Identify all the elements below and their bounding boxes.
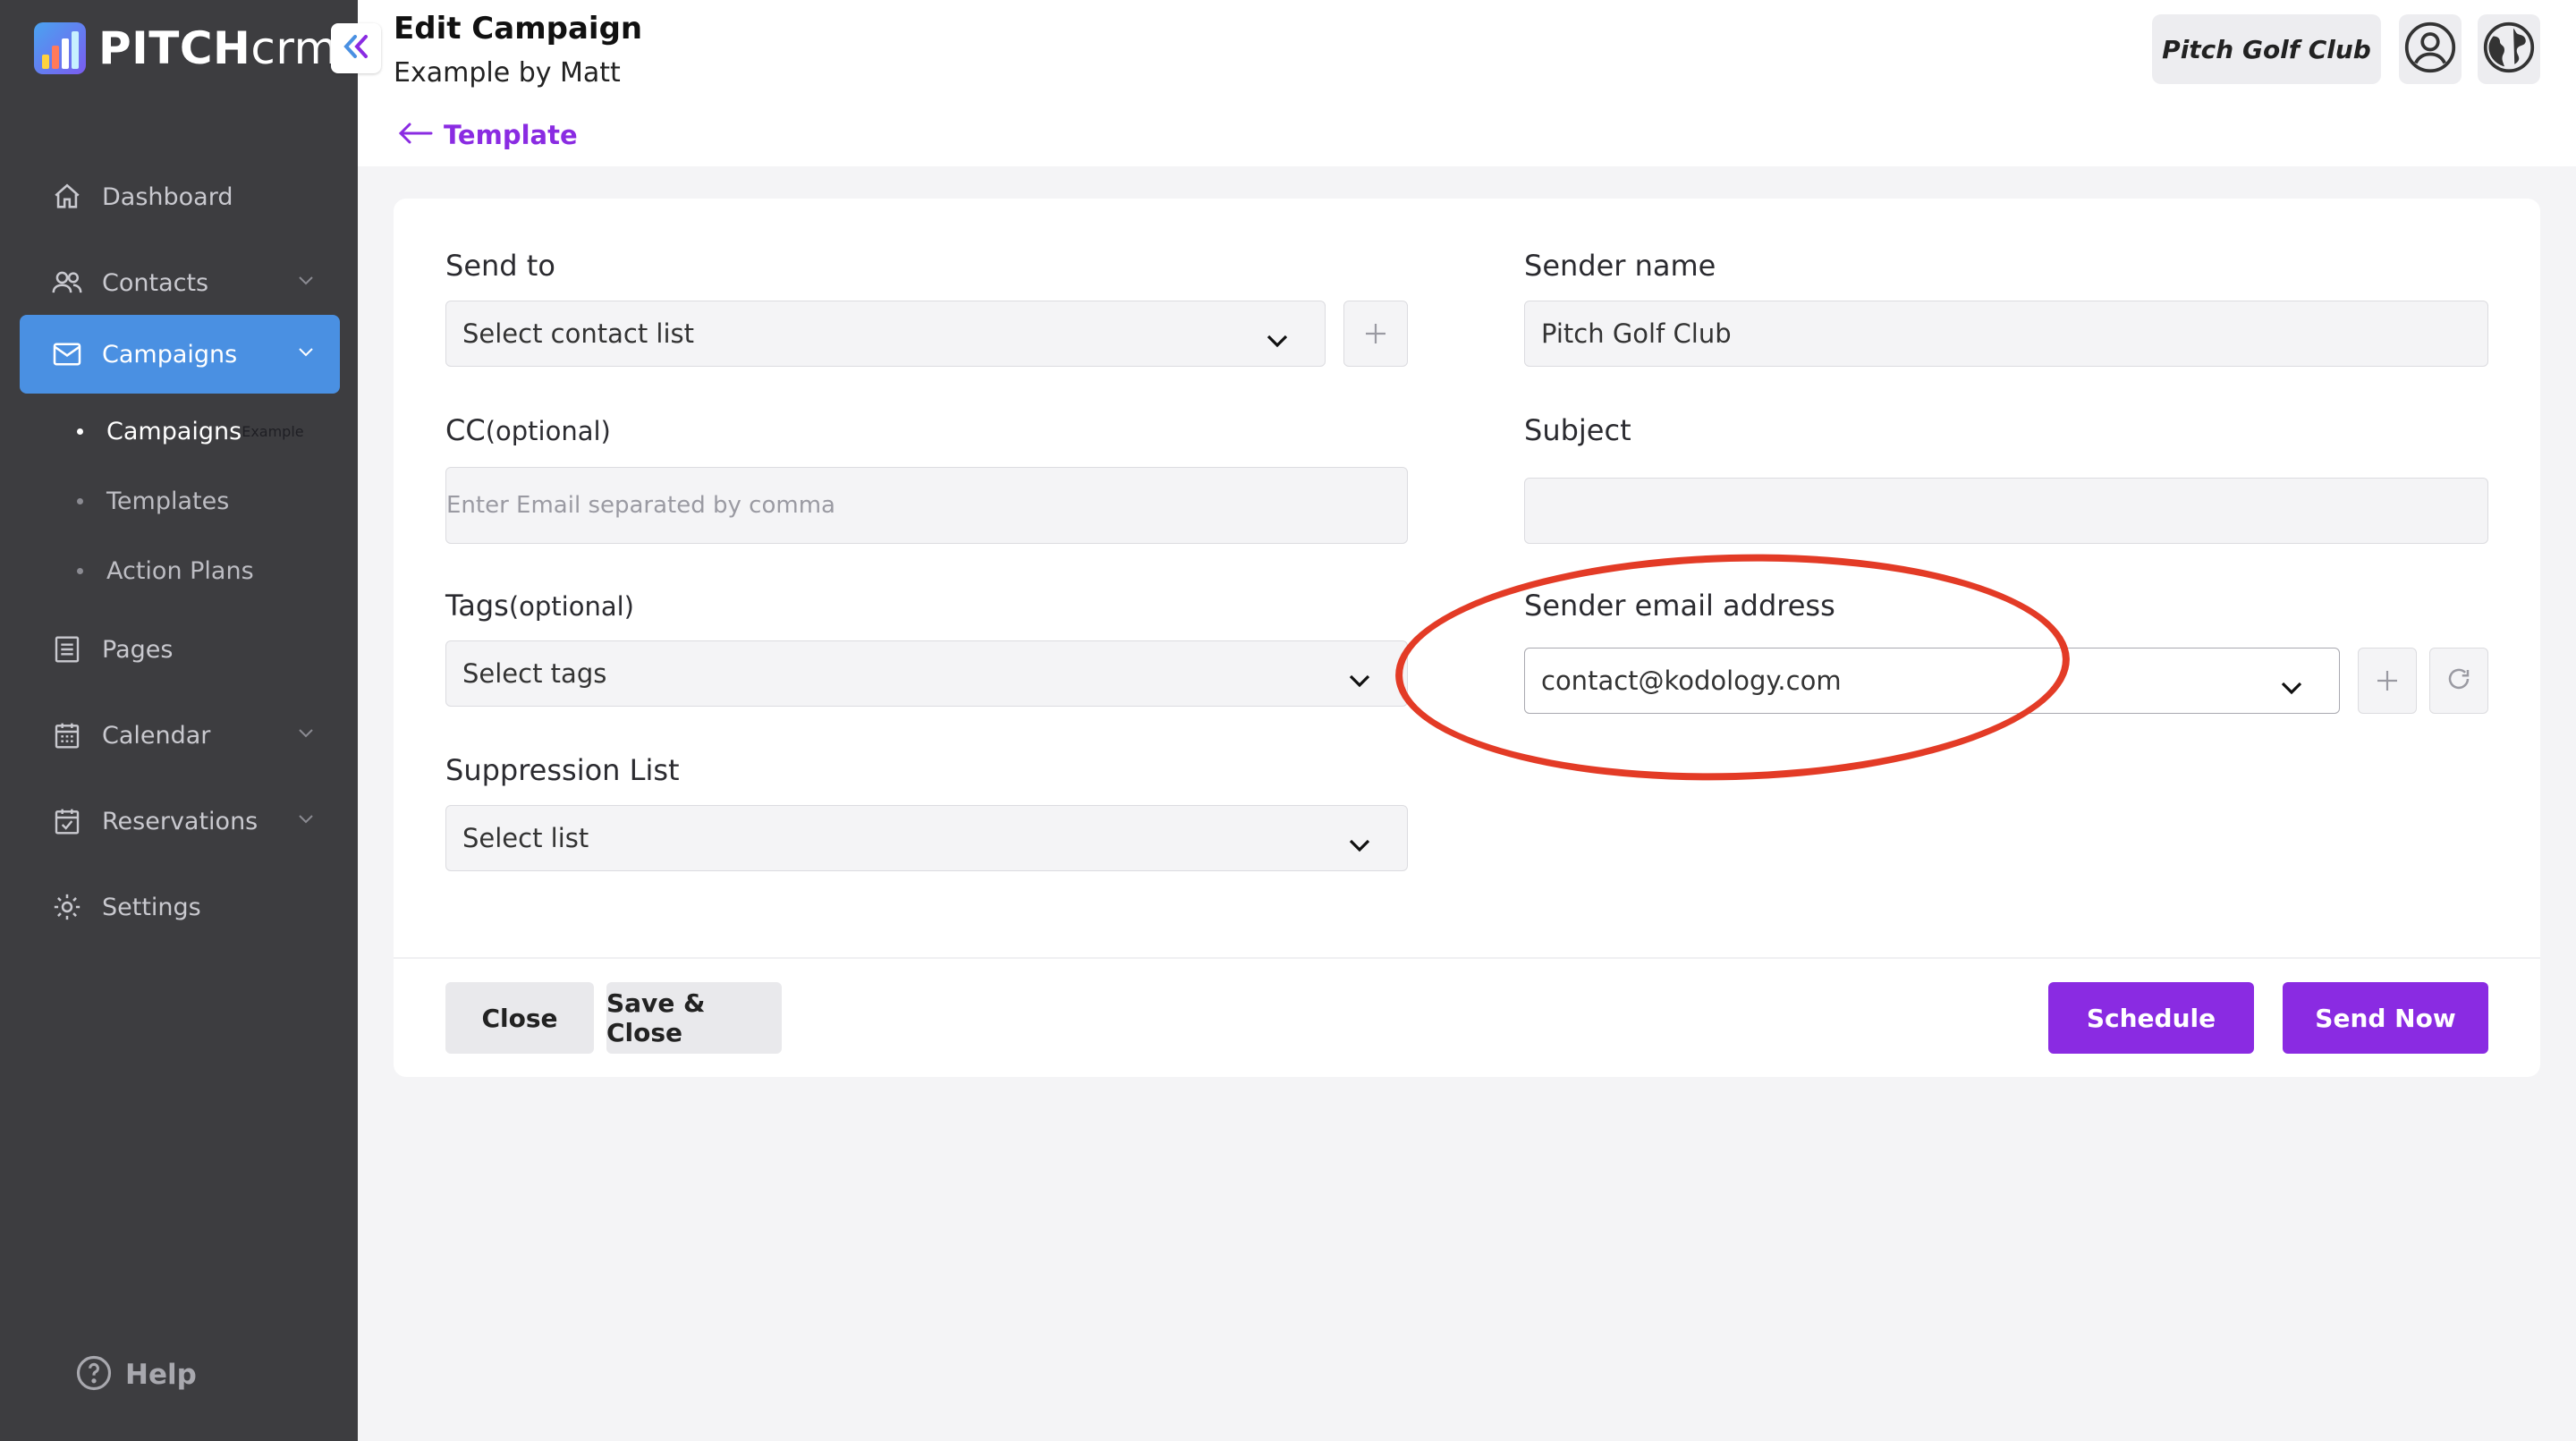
add-sender-email-button[interactable] (2358, 648, 2417, 714)
plus-icon (1364, 313, 1387, 354)
add-contact-list-button[interactable] (1343, 301, 1408, 367)
back-to-template-link[interactable]: Template (397, 120, 578, 150)
help-link[interactable]: Help (75, 1354, 197, 1395)
nav-label: Campaigns (102, 340, 238, 369)
nav-item-contacts[interactable]: Contacts (20, 243, 340, 322)
user-circle-icon (2403, 21, 2457, 78)
tags-value: Select tags (462, 658, 607, 689)
nav-label: Pages (102, 635, 174, 664)
subject-input[interactable] (1524, 478, 2488, 544)
nav-item-dashboard[interactable]: Dashboard (20, 157, 340, 236)
refresh-icon (2445, 660, 2472, 701)
suppression-list-value: Select list (462, 823, 589, 853)
subnav-item-action-plans[interactable]: Action Plans (77, 546, 254, 596)
nav-label: Reservations (102, 807, 258, 835)
question-circle-icon (75, 1354, 113, 1395)
back-link-label: Template (444, 120, 578, 150)
bullet-icon (77, 497, 83, 504)
chevron-down-icon (1348, 665, 1371, 695)
cc-input[interactable]: Enter Email separated by comma (445, 467, 1408, 544)
subnav-label: Templates (106, 487, 230, 515)
sender-email-select[interactable]: contact@kodology.com (1524, 648, 2340, 714)
chevron-down-icon (1348, 829, 1371, 860)
chevron-down-icon (297, 274, 315, 291)
calendar-icon (50, 718, 84, 752)
mail-icon (50, 337, 84, 371)
calendar-check-icon (50, 804, 84, 838)
save-and-close-button[interactable]: Save & Close (606, 982, 782, 1054)
chevron-down-icon (1266, 325, 1289, 355)
bullet-icon (77, 428, 83, 435)
gear-icon (50, 890, 84, 924)
nav-item-calendar[interactable]: Calendar (20, 696, 340, 775)
page-subtitle: Example by Matt (394, 57, 621, 89)
chevrons-left-icon (340, 32, 372, 64)
plus-icon (2376, 660, 2399, 701)
suppression-list-label: Suppression List (445, 753, 680, 787)
suppression-list-select[interactable]: Select list (445, 805, 1408, 871)
page-header: Edit Campaign Example by Matt Template P… (358, 0, 2576, 166)
subnav-item-campaigns[interactable]: Campaigns Example (77, 406, 304, 456)
subnav-label: Action Plans (106, 556, 254, 585)
nav-item-campaigns[interactable]: Campaigns (20, 315, 340, 394)
nav-item-reservations[interactable]: Reservations (20, 782, 340, 860)
users-icon (50, 266, 84, 300)
arrow-left-icon (397, 121, 433, 149)
tags-label: Tags(optional) (445, 589, 635, 623)
sender-name-label: Sender name (1524, 249, 1716, 283)
chevron-down-icon (297, 726, 315, 743)
refresh-sender-email-button[interactable] (2429, 648, 2488, 714)
sender-name-value: Pitch Golf Club (1541, 318, 1732, 349)
cc-label: CC(optional) (445, 413, 611, 447)
cc-placeholder: Enter Email separated by comma (446, 492, 835, 519)
chevron-down-icon (297, 345, 315, 362)
bar-chart-logo-icon (34, 22, 86, 74)
nav-label: Calendar (102, 721, 211, 750)
account-button[interactable] (2399, 14, 2462, 84)
sender-name-input[interactable]: Pitch Golf Club (1524, 301, 2488, 367)
subnav-item-templates[interactable]: Templates (77, 476, 229, 526)
home-icon (50, 180, 84, 214)
sender-email-label: Sender email address (1524, 589, 1835, 623)
nav-item-pages[interactable]: Pages (20, 610, 340, 689)
campaign-form-card: Send to Select contact list CC(optional)… (394, 199, 2540, 1077)
language-button[interactable] (2478, 14, 2540, 84)
page-title: Edit Campaign (394, 11, 643, 47)
brand-logo[interactable]: PITCHcrm (34, 21, 338, 75)
nav-label: Dashboard (102, 182, 233, 211)
sender-email-value: contact@kodology.com (1541, 665, 1842, 696)
send-to-label: Send to (445, 249, 555, 283)
page-icon (50, 632, 84, 666)
subnav-label: Campaigns (106, 417, 242, 445)
help-label: Help (125, 1359, 197, 1391)
close-button[interactable]: Close (445, 982, 594, 1054)
nav-label: Contacts (102, 268, 209, 297)
send-now-button[interactable]: Send Now (2283, 982, 2488, 1054)
bullet-icon (77, 567, 83, 574)
schedule-button[interactable]: Schedule (2048, 982, 2254, 1054)
globe-icon (2482, 21, 2536, 78)
collapse-sidebar-button[interactable] (331, 23, 381, 73)
brand-name: PITCHcrm (98, 22, 338, 74)
send-to-select[interactable]: Select contact list (445, 301, 1326, 367)
tags-select[interactable]: Select tags (445, 640, 1408, 707)
sidebar: PITCHcrm Dashboard Contacts Campaigns Ca… (0, 0, 358, 1441)
chevron-down-icon (2280, 672, 2303, 702)
club-selector-button[interactable]: Pitch Golf Club (2152, 14, 2381, 84)
form-divider (394, 957, 2540, 959)
nav-label: Settings (102, 893, 201, 921)
send-to-value: Select contact list (462, 318, 695, 349)
nav-item-settings[interactable]: Settings (20, 868, 340, 946)
subject-label: Subject (1524, 413, 1631, 447)
chevron-down-icon (297, 812, 315, 829)
